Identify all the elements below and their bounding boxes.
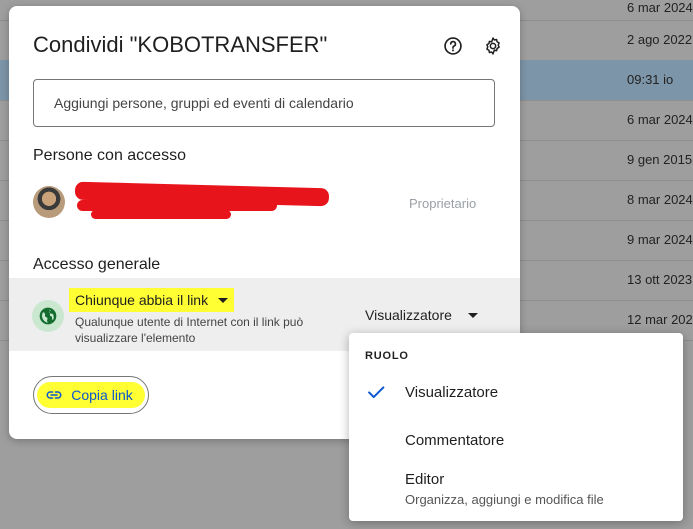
- menu-item-label: Visualizzatore: [405, 384, 499, 401]
- file-modified-date: 9 gen 2015: [627, 152, 693, 167]
- menu-item-editor[interactable]: Editor Organizza, aggiungi e modifica fi…: [349, 469, 683, 513]
- gear-icon: [486, 37, 500, 55]
- file-modified-date: 09:31 io: [627, 72, 674, 87]
- file-modified-date: 2 ago 2022: [627, 32, 693, 47]
- copy-link-highlight: Copia link: [37, 382, 145, 408]
- file-modified-date: 13 ott 2023: [627, 272, 693, 287]
- chevron-down-icon: [467, 312, 478, 318]
- general-access-dropdown[interactable]: Chiunque abbia il link: [69, 288, 235, 312]
- help-button[interactable]: [441, 34, 465, 58]
- people-with-access-heading: Persone con accesso: [33, 147, 186, 164]
- role-menu: RUOLO Visualizzatore Commentatore Editor…: [349, 333, 683, 521]
- general-access-value: Chiunque abbia il link: [75, 292, 209, 308]
- avatar: [33, 186, 65, 218]
- link-icon: [46, 391, 62, 399]
- check-icon: [365, 381, 387, 408]
- menu-item-label: Editor: [405, 471, 445, 488]
- dialog-title: Condividi "KOBOTRANSFER": [33, 32, 328, 57]
- file-modified-date: 6 mar 2024: [627, 0, 693, 15]
- general-access-heading: Accesso generale: [33, 256, 161, 273]
- person-row-owner: Proprietario: [33, 181, 503, 224]
- copy-link-button[interactable]: Copia link: [33, 376, 149, 414]
- globe-icon: [32, 300, 64, 332]
- file-modified-date: 9 mar 2024: [627, 232, 693, 247]
- menu-item-visualizzatore[interactable]: Visualizzatore: [349, 379, 683, 423]
- help-circle-icon: [444, 37, 462, 55]
- menu-item-commentatore[interactable]: Commentatore: [349, 427, 683, 471]
- chevron-down-icon: [218, 297, 229, 303]
- menu-item-label: Commentatore: [405, 432, 505, 449]
- file-modified-date: 6 mar 2024: [627, 112, 693, 127]
- file-modified-date: 8 mar 2024: [627, 192, 693, 207]
- owner-role-label: Proprietario: [409, 196, 477, 211]
- general-access-role-dropdown[interactable]: Visualizzatore: [365, 307, 478, 323]
- menu-item-description: Organizza, aggiungi e modifica file: [405, 492, 604, 507]
- settings-button[interactable]: [481, 34, 505, 58]
- role-value: Visualizzatore: [365, 307, 452, 323]
- general-access-description: Qualunque utente di Internet con il link…: [75, 315, 304, 345]
- file-modified-date: 12 mar 2024: [627, 312, 693, 327]
- role-menu-header: RUOLO: [365, 350, 409, 362]
- add-people-input[interactable]: [33, 79, 495, 127]
- copy-link-label: Copia link: [71, 387, 133, 403]
